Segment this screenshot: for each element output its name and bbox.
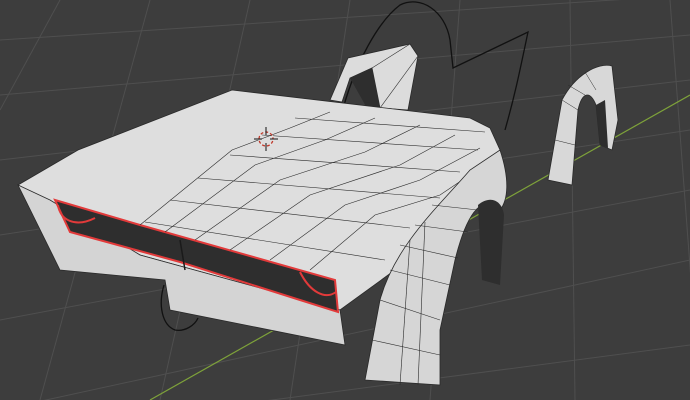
3d-viewport[interactable] [0,0,690,400]
wheel-opening [478,199,504,285]
